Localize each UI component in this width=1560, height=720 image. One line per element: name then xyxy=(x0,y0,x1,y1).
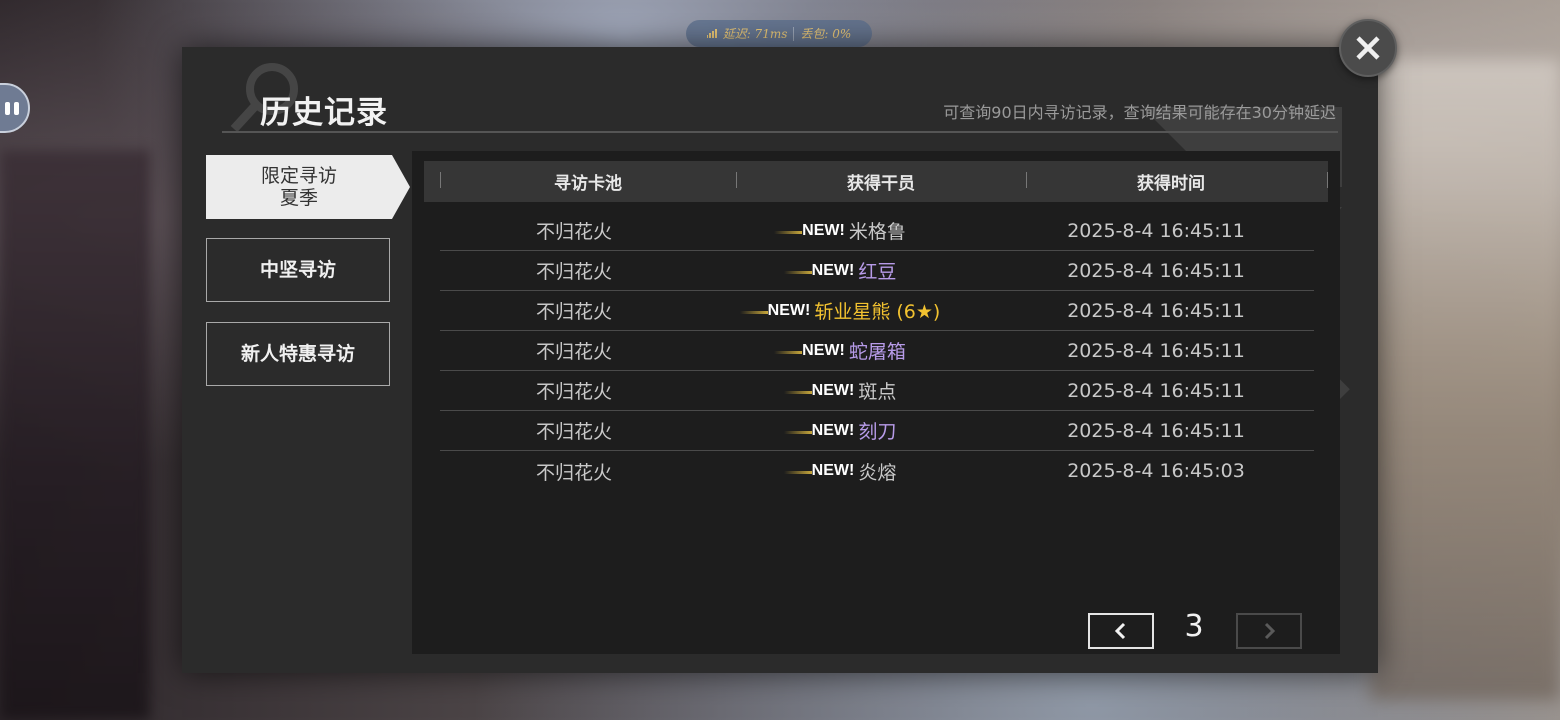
operator-name: 刻刀 xyxy=(858,421,897,443)
table-row: 不归花火 NEW! 米格鲁 2025-8-4 16:45:11 xyxy=(440,211,1314,251)
cell-pool: 不归花火 xyxy=(535,301,612,323)
tab-standard[interactable]: 中坚寻访 xyxy=(206,238,390,302)
network-status: 延迟: 71ms 丢包: 0% xyxy=(686,20,872,47)
operator-name: 炎熔 xyxy=(858,461,897,484)
close-button[interactable] xyxy=(1339,19,1397,77)
cell-time: 2025-8-4 16:45:11 xyxy=(1067,379,1245,402)
tab-label-line2: 夏季 xyxy=(279,187,318,209)
cell-pool: 不归花火 xyxy=(535,261,612,283)
operator-name: 斩业星熊 (6★) xyxy=(814,301,941,323)
tab-newcomer[interactable]: 新人特惠寻访 xyxy=(206,322,390,386)
cell-time: 2025-8-4 16:45:11 xyxy=(1067,419,1245,442)
background-left xyxy=(0,150,150,720)
title-divider xyxy=(222,131,1338,133)
next-page-button[interactable] xyxy=(1236,613,1302,649)
cell-operator: NEW! 斩业星熊 (6★) xyxy=(708,297,1000,324)
table-row: 不归花火 NEW! 刻刀 2025-8-4 16:45:11 xyxy=(440,411,1314,451)
tab-label: 新人特惠寻访 xyxy=(240,343,355,365)
tab-label: 中坚寻访 xyxy=(259,259,336,281)
packet-loss-label: 丢包: 0% xyxy=(800,27,852,41)
divider xyxy=(793,26,795,41)
cell-pool: 不归花火 xyxy=(535,381,612,403)
new-badge: NEW! xyxy=(783,261,855,279)
page-number: 3 xyxy=(1184,609,1204,644)
table-row: 不归花火 NEW! 斩业星熊 (6★) 2025-8-4 16:45:11 xyxy=(440,291,1314,331)
dialog-subtitle: 可查询90日内寻访记录，查询结果可能存在30分钟延迟 xyxy=(943,103,1336,122)
table-row: 不归花火 NEW! 蛇屠箱 2025-8-4 16:45:11 xyxy=(440,331,1314,371)
signal-bars-icon xyxy=(706,29,717,38)
new-badge: NEW! xyxy=(774,341,845,359)
cell-pool: 不归花火 xyxy=(535,461,612,484)
table-row: 不归花火 NEW! 红豆 2025-8-4 16:45:11 xyxy=(440,251,1314,291)
cell-pool: 不归花火 xyxy=(535,341,612,363)
operator-name: 蛇屠箱 xyxy=(848,341,906,363)
new-badge: NEW! xyxy=(739,301,811,319)
records-list: 不归花火 NEW! 米格鲁 2025-8-4 16:45:11 不归花火 NEW! 红豆 20… xyxy=(440,211,1314,491)
records-panel: 寻访卡池 获得干员 获得时间 不归花火 NEW! 米格鲁 2025-8-4 16:45… xyxy=(412,151,1340,654)
cell-operator: NEW! 刻刀 xyxy=(708,417,1000,444)
cell-time: 2025-8-4 16:45:11 xyxy=(1067,219,1245,242)
cell-time: 2025-8-4 16:45:11 xyxy=(1067,259,1245,282)
cell-operator: NEW! 红豆 xyxy=(708,257,1000,284)
latency-label: 延迟: 71ms xyxy=(722,27,788,41)
cell-operator: NEW! 斑点 xyxy=(708,377,1000,404)
dialog-title: 历史记录 xyxy=(260,95,388,131)
chevron-right-icon xyxy=(1264,622,1276,640)
operator-name: 斑点 xyxy=(858,381,897,403)
new-badge: NEW! xyxy=(783,421,855,439)
close-icon xyxy=(1356,36,1380,60)
operator-name: 红豆 xyxy=(858,261,897,283)
prev-page-button[interactable] xyxy=(1088,613,1154,649)
cell-time: 2025-8-4 16:45:03 xyxy=(1067,460,1245,482)
header-operator: 获得干员 xyxy=(736,169,1026,194)
cell-operator: NEW! 炎熔 xyxy=(708,458,1000,485)
tab-limited-summer[interactable]: 限定寻访 夏季 xyxy=(206,155,410,219)
pause-icon xyxy=(5,101,19,115)
table-row: 不归花火 NEW! 炎熔 2025-8-4 16:45:03 xyxy=(440,451,1314,491)
header-pool: 寻访卡池 xyxy=(440,169,736,194)
new-badge: NEW! xyxy=(783,462,855,479)
floating-menu-button[interactable] xyxy=(0,83,30,133)
cell-operator: NEW! 蛇屠箱 xyxy=(708,337,1000,364)
tab-label: 限定寻访 夏季 xyxy=(261,165,337,209)
cell-pool: 不归花火 xyxy=(535,421,612,443)
cell-operator: NEW! 米格鲁 xyxy=(708,217,1000,244)
table-header: 寻访卡池 获得干员 获得时间 xyxy=(424,161,1328,202)
table-row: 不归花火 NEW! 斑点 2025-8-4 16:45:11 xyxy=(440,371,1314,411)
history-dialog: 历史记录 可查询90日内寻访记录，查询结果可能存在30分钟延迟 限定寻访 夏季 … xyxy=(182,47,1378,673)
new-badge: NEW! xyxy=(783,381,855,399)
cell-time: 2025-8-4 16:45:11 xyxy=(1067,339,1245,362)
chevron-left-icon xyxy=(1114,622,1126,640)
tab-label-line1: 限定寻访 xyxy=(260,165,337,187)
background-right xyxy=(1370,60,1560,700)
cell-time: 2025-8-4 16:45:11 xyxy=(1067,299,1245,322)
operator-name: 米格鲁 xyxy=(848,221,906,243)
cell-pool: 不归花火 xyxy=(535,221,612,243)
header-time: 获得时间 xyxy=(1026,169,1328,194)
new-badge: NEW! xyxy=(774,221,845,239)
